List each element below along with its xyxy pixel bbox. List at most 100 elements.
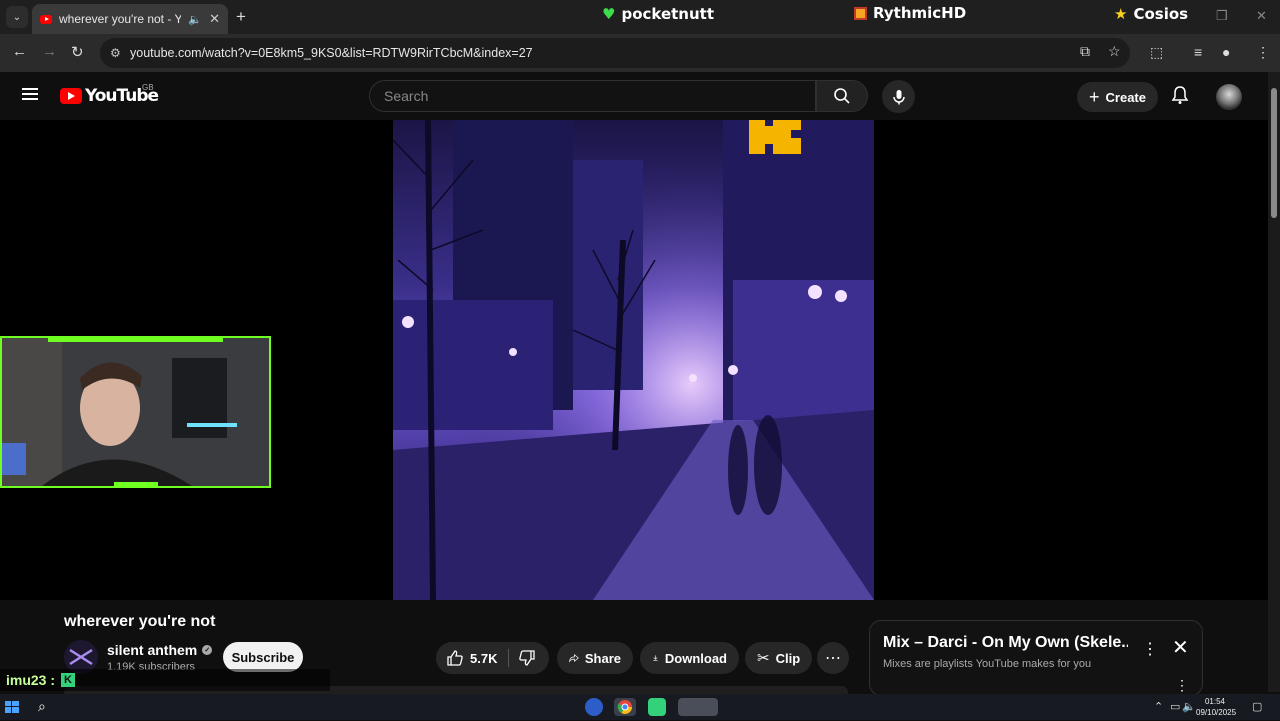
install-app-icon[interactable]: ⧉	[1080, 43, 1090, 60]
like-button[interactable]: 5.7K	[436, 642, 507, 674]
kick-logo-icon	[749, 120, 801, 154]
create-button[interactable]: + Create	[1077, 82, 1158, 112]
channel-logo-icon	[69, 648, 93, 666]
green-heart-icon: ♥	[602, 5, 616, 23]
browser-menu-icon[interactable]: ⋮	[1256, 44, 1270, 61]
clock-time: 01:54	[1204, 697, 1226, 706]
notifications-button[interactable]	[1170, 85, 1190, 110]
windows-taskbar: ⌕ ⌃ ▭ 🔈 01:54 09/10/2025 ▢	[0, 694, 1280, 720]
search-button[interactable]	[816, 80, 868, 112]
browser-toolbar: ← → ↻ ⚙ youtube.com/watch?v=0E8km5_9KS0&…	[0, 34, 1280, 72]
overlay-label-text: Cosios	[1133, 5, 1189, 23]
new-tab-button[interactable]: +	[236, 7, 246, 27]
verified-icon: ✓	[202, 645, 213, 655]
clip-button[interactable]: ✂ Clip	[745, 642, 812, 674]
address-bar[interactable]: ⚙ youtube.com/watch?v=0E8km5_9KS0&list=R…	[100, 38, 1130, 68]
channel-name[interactable]: silent anthem	[107, 642, 197, 658]
url-text: youtube.com/watch?v=0E8km5_9KS0&list=RDT…	[130, 46, 533, 60]
close-window-icon[interactable]: ✕	[1256, 8, 1267, 24]
video-title: wherever you're not	[64, 613, 216, 630]
notification-center-icon[interactable]: ▢	[1252, 700, 1262, 713]
taskbar-search-icon[interactable]: ⌕	[38, 698, 56, 716]
page-scrollbar[interactable]	[1268, 72, 1280, 692]
plus-icon: +	[1089, 86, 1100, 107]
voice-search-button[interactable]	[882, 80, 915, 113]
app-icon-4[interactable]	[678, 698, 718, 716]
download-label: Download	[664, 650, 727, 666]
mix-title[interactable]: Mix – Darci - On My Own (Skele...	[883, 634, 1128, 652]
webcam-feed	[2, 338, 269, 486]
download-button[interactable]: Download	[640, 642, 739, 674]
tab-close-icon[interactable]: ✕	[209, 11, 220, 27]
region-code: GB	[142, 83, 154, 92]
thumbs-up-icon	[447, 650, 463, 666]
streamer-webcam	[0, 336, 271, 488]
mix-more-icon[interactable]: ⋮	[1142, 639, 1158, 659]
stream-chat-message: imu23 : K	[0, 669, 330, 691]
video-player[interactable]	[0, 120, 1268, 600]
network-icon[interactable]: ▭	[1170, 700, 1180, 713]
volume-icon[interactable]: 🔈	[1182, 700, 1196, 713]
active-tab[interactable]: wherever you're not - YouTube 🔈 ✕	[32, 4, 228, 34]
search-icon	[834, 88, 850, 104]
search-input[interactable]: Search	[369, 80, 816, 112]
overlay-label-text: pocketnutt	[621, 5, 715, 23]
clock-date: 09/10/2025	[1196, 708, 1237, 717]
stream-overlay-label-3: ★ Cosios	[1114, 5, 1188, 23]
mix-close-icon[interactable]: ✕	[1172, 635, 1189, 660]
more-actions-button[interactable]: ⋯	[817, 642, 849, 674]
mix-playlist-panel[interactable]: Mix – Darci - On My Own (Skele... Mixes …	[869, 620, 1203, 696]
windows-start-icon[interactable]	[3, 698, 21, 716]
like-count: 5.7K	[470, 650, 498, 666]
clip-label: Clip	[775, 650, 801, 666]
create-label: Create	[1105, 89, 1146, 105]
chrome-icon[interactable]	[614, 698, 636, 716]
bookmark-star-icon[interactable]: ☆	[1108, 43, 1121, 60]
profile-icon[interactable]: ●	[1222, 44, 1230, 60]
like-dislike-group: 5.7K	[436, 642, 549, 674]
channel-name-row[interactable]: silent anthem ✓	[107, 642, 213, 658]
microphone-icon	[892, 89, 905, 104]
extensions-icon[interactable]: ⬚	[1150, 44, 1163, 61]
star-icon: ★	[1114, 5, 1128, 23]
restore-window-icon[interactable]: ❐	[1216, 8, 1228, 24]
webcam-frame-bottom-accent	[114, 482, 158, 486]
video-frame[interactable]	[393, 120, 874, 600]
scissors-icon: ✂	[757, 650, 770, 667]
search-placeholder: Search	[384, 88, 429, 104]
site-info-icon[interactable]: ⚙	[110, 46, 121, 60]
youtube-favicon-icon	[40, 14, 52, 24]
download-icon	[653, 655, 658, 661]
share-button[interactable]: Share	[557, 642, 633, 674]
reload-icon[interactable]: ↻	[71, 43, 84, 61]
chat-username: imu23 :	[6, 672, 56, 688]
account-avatar[interactable]	[1216, 84, 1242, 110]
browser-tab-strip: ⌄ wherever you're not - YouTube 🔈 ✕ + ♥ …	[0, 0, 1280, 34]
tray-chevron-icon[interactable]: ⌃	[1154, 700, 1163, 713]
dislike-button[interactable]	[510, 642, 544, 674]
webcam-frame-top-accent	[48, 338, 223, 342]
speaker-icon[interactable]: 🔈	[188, 13, 202, 26]
city-street-artwork	[393, 120, 874, 600]
forward-arrow-icon[interactable]: →	[42, 43, 57, 60]
subscribe-button[interactable]: Subscribe	[223, 642, 303, 672]
overlay-label-text: RythmicHD	[873, 4, 967, 22]
bell-icon	[1171, 86, 1189, 104]
system-clock[interactable]: 01:54 09/10/2025	[1196, 696, 1237, 718]
kick-app-icon[interactable]	[648, 698, 666, 716]
share-arrow-icon	[569, 653, 579, 663]
thumbs-down-icon	[519, 650, 535, 666]
app-icon-1[interactable]	[585, 698, 603, 716]
menu-icon[interactable]	[22, 88, 38, 100]
stream-overlay-label-2: RythmicHD	[854, 4, 966, 22]
mix-item-more-icon[interactable]: ⋮	[1175, 677, 1189, 694]
mix-subtitle: Mixes are playlists YouTube makes for yo…	[883, 658, 1092, 670]
back-arrow-icon[interactable]: ←	[12, 43, 27, 60]
youtube-header: YouTube GB Search + Create	[0, 72, 1268, 120]
scrollbar-thumb[interactable]	[1271, 88, 1277, 218]
share-label: Share	[584, 650, 621, 666]
media-control-icon[interactable]: ≡	[1194, 44, 1202, 60]
tab-search-button[interactable]: ⌄	[6, 6, 28, 28]
stream-overlay-label-1: ♥ pocketnutt	[602, 5, 714, 23]
kick-emote-icon: K	[61, 673, 76, 687]
